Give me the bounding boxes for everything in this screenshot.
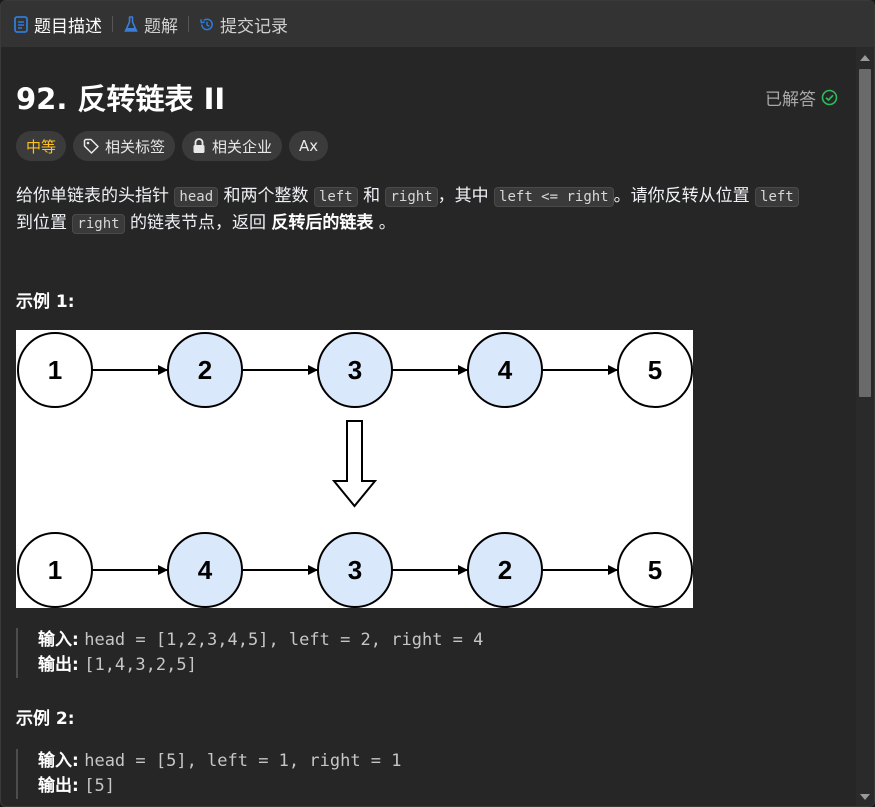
tab-divider <box>188 16 189 32</box>
scroll-up-arrow-icon[interactable] <box>860 55 870 61</box>
desc-text: 。 <box>378 213 396 233</box>
list-node-value: 2 <box>498 555 512 585</box>
vertical-scrollbar[interactable] <box>856 47 874 806</box>
list-node-value: 5 <box>648 555 662 585</box>
related-topics-button[interactable]: 相关标签 <box>73 131 176 161</box>
inline-code: head <box>174 187 219 207</box>
description-icon <box>13 15 29 33</box>
example-1-title: 示例 1: <box>16 292 75 312</box>
problem-content: 92. 反转链表 II 已解答 中等 相关标签 相关企业 Ax 给你单链表的头指… <box>16 47 846 799</box>
tag-icon <box>83 138 99 154</box>
title-row: 92. 反转链表 II 已解答 <box>16 77 846 117</box>
translate-icon: Ax <box>299 137 319 155</box>
list-node-value: 5 <box>648 355 662 385</box>
output-label: 输出: <box>38 655 79 675</box>
list-node-value: 1 <box>48 355 62 385</box>
list-node-value: 2 <box>198 355 212 385</box>
tab-solutions[interactable]: 题解 <box>123 1 178 47</box>
input-label: 输入: <box>38 751 79 771</box>
difficulty-badge[interactable]: 中等 <box>16 131 67 161</box>
tab-description[interactable]: 题目描述 <box>13 1 102 47</box>
tab-submissions-label: 提交记录 <box>220 16 288 37</box>
down-arrow-icon <box>331 420 378 508</box>
inline-code: right <box>72 214 125 234</box>
related-companies-label: 相关企业 <box>212 137 273 156</box>
input-value: head = [5], left = 1, right = 1 <box>84 751 402 771</box>
problem-title[interactable]: 92. 反转链表 II <box>16 76 225 118</box>
desc-text: 到位置 <box>16 213 67 233</box>
output-label: 输出: <box>38 776 79 796</box>
tag-row: 中等 相关标签 相关企业 Ax <box>16 131 846 161</box>
solved-status-label: 已解答 <box>765 89 816 110</box>
example-1-io: 输入: head = [1,2,3,4,5], left = 2, right … <box>16 628 846 678</box>
flask-icon <box>123 15 139 33</box>
desc-text: 。请你反转从位置 <box>613 186 750 206</box>
desc-text: ，其中 <box>437 186 489 206</box>
list-node-value: 1 <box>48 555 62 585</box>
related-companies-button[interactable]: 相关企业 <box>182 131 283 161</box>
list-node-value: 3 <box>348 555 362 585</box>
inline-code: left <box>755 187 799 207</box>
output-value: [1,4,3,2,5] <box>84 655 197 675</box>
list-node-value: 4 <box>498 355 513 385</box>
tab-divider <box>112 16 113 32</box>
example-2-title: 示例 2: <box>16 709 75 729</box>
desc-text: 给你单链表的头指针 <box>16 186 169 206</box>
scroll-down-arrow-icon[interactable] <box>860 794 870 800</box>
list-node-value: 4 <box>198 555 213 585</box>
history-icon <box>199 15 215 33</box>
inline-code: left <= right <box>494 187 614 207</box>
lock-icon <box>193 138 205 153</box>
translate-button[interactable]: Ax <box>289 131 329 161</box>
desc-text: 和两个整数 <box>223 186 309 206</box>
tab-description-label: 题目描述 <box>34 16 102 37</box>
related-topics-label: 相关标签 <box>105 137 166 156</box>
desc-text: 和 <box>363 186 381 206</box>
inline-code: left <box>313 187 358 207</box>
problem-description: 给你单链表的头指针 head 和两个整数 left 和 right ，其中 lef… <box>16 183 846 237</box>
solved-status: 已解答 <box>765 85 838 110</box>
example-2-io: 输入: head = [5], left = 1, right = 1 输出: … <box>16 749 846 799</box>
tab-bar: 题目描述 题解 提交记录 <box>1 1 874 47</box>
inline-code: right <box>385 187 438 207</box>
input-label: 输入: <box>38 630 79 650</box>
list-node-value: 3 <box>348 355 362 385</box>
desc-text: 的链表节点，返回 <box>129 213 266 233</box>
desc-bold-text: 反转后的链表 <box>271 213 374 233</box>
tab-solutions-label: 题解 <box>144 16 178 37</box>
problem-panel: 题目描述 题解 提交记录 92. 反转链表 II 已解答 中等 相关标签 相关企… <box>0 0 875 807</box>
tab-submissions[interactable]: 提交记录 <box>199 1 288 47</box>
check-circle-icon <box>821 89 838 105</box>
linked-list-diagram: 1 2 3 4 5 1 4 3 2 5 <box>16 330 693 608</box>
input-value: head = [1,2,3,4,5], left = 2, right = 4 <box>84 630 484 650</box>
output-value: [5] <box>84 776 115 796</box>
scroll-thumb[interactable] <box>859 69 871 397</box>
